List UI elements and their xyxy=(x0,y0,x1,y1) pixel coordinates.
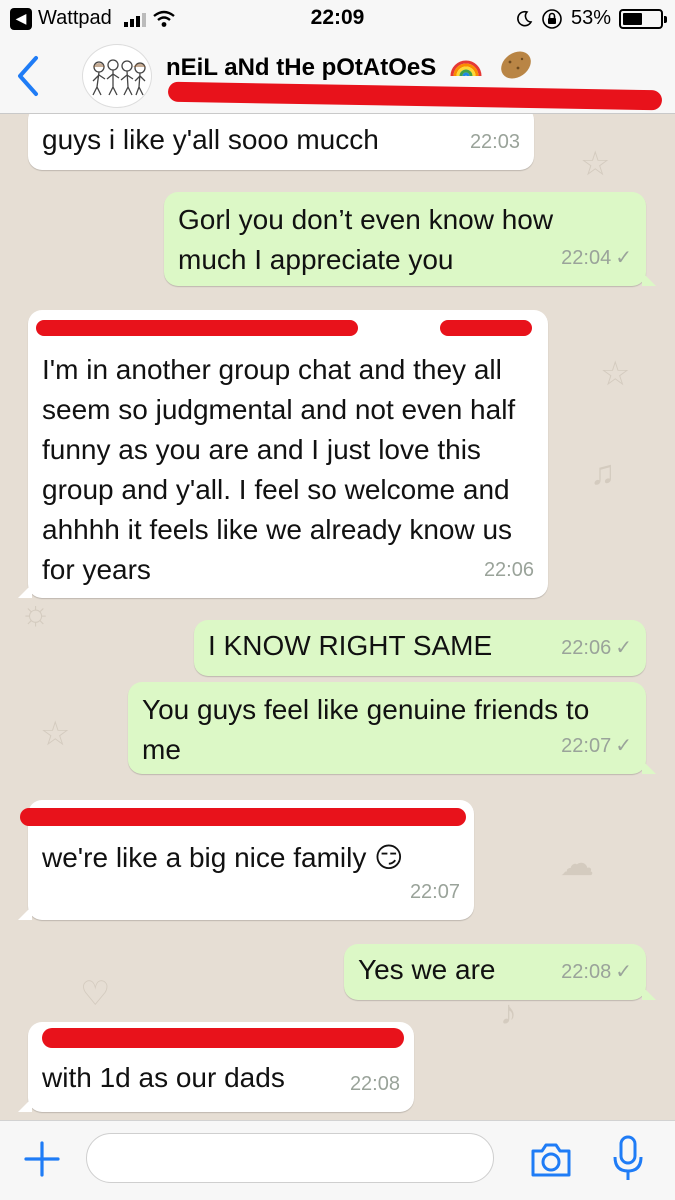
redaction-mark xyxy=(167,81,663,111)
message-bubble-incoming[interactable]: I'm in another group chat and they all s… xyxy=(18,310,548,598)
message-text: we're like a big nice family 😏 xyxy=(42,842,404,873)
status-right: 53% xyxy=(515,7,667,30)
redacted-sender-name xyxy=(36,320,358,336)
message-text: with 1d as our dads xyxy=(42,1062,285,1093)
message-time: 22:08 xyxy=(561,961,612,983)
band-sketch-image xyxy=(92,59,146,96)
orientation-lock-icon xyxy=(542,8,562,29)
doodle-sun-icon: ☼ xyxy=(20,594,52,632)
chat-header: nEiL aNd tHe pOtAtOeS xyxy=(0,38,675,114)
bubble-tail xyxy=(18,906,32,920)
bubble-tail xyxy=(642,272,656,286)
message-meta: 22:08 ✓ xyxy=(561,952,632,992)
message-time: 22:07 xyxy=(409,881,460,903)
sent-check-icon: ✓ xyxy=(615,961,632,983)
message-text: I'm in another group chat and they all s… xyxy=(42,354,516,585)
redacted-sender-name xyxy=(20,808,466,826)
redacted-sender-number xyxy=(440,320,532,336)
message-time: 22:08 xyxy=(349,1073,400,1095)
chevron-left-icon[interactable] xyxy=(12,54,46,98)
message-text: You guys feel like genuine friends to me xyxy=(142,694,590,765)
message-bubble-incoming[interactable]: with 1d as our dads 22:08 xyxy=(18,1022,414,1112)
bubble-tail xyxy=(18,584,32,598)
battery-icon xyxy=(619,8,667,29)
message-time: 22:06 xyxy=(561,637,612,659)
doodle-note-icon: ♫ xyxy=(590,454,616,492)
potato-icon xyxy=(496,48,536,89)
message-input-bar xyxy=(0,1120,675,1200)
bubble-tail xyxy=(642,760,656,774)
battery-level xyxy=(623,12,643,25)
sent-check-icon: ✓ xyxy=(615,637,632,659)
message-meta: 22:04 ✓ xyxy=(561,238,632,278)
message-bubble-outgoing[interactable]: Gorl you don’t even know how much I appr… xyxy=(164,192,656,286)
chat-area[interactable]: ☆ ♡ ☆ ♫ ☼ ☆ ☁ ♡ ♪ guys i like y'all sooo… xyxy=(0,114,675,1120)
message-meta: 22:08 xyxy=(350,1064,400,1104)
camera-icon[interactable] xyxy=(528,1137,574,1181)
sent-check-icon: ✓ xyxy=(615,735,632,757)
message-time: 22:07 xyxy=(561,735,612,757)
microphone-icon[interactable] xyxy=(608,1133,648,1185)
bubble-tail xyxy=(18,1098,32,1112)
message-bubble-incoming[interactable]: we're like a big nice family 😏 22:07 xyxy=(18,800,474,920)
bubble-tail xyxy=(642,986,656,1000)
moon-icon xyxy=(517,10,533,26)
doodle-cloud-icon: ☁ xyxy=(560,845,594,883)
plus-icon[interactable] xyxy=(22,1137,62,1181)
message-time: 22:04 xyxy=(561,247,612,269)
doodle-heart-icon: ♡ xyxy=(80,975,111,1013)
rainbow-icon xyxy=(449,50,483,87)
message-bubble-outgoing[interactable]: Yes we are 22:08 ✓ xyxy=(344,944,656,1000)
sent-check-icon: ✓ xyxy=(615,247,632,269)
message-time: 22:06 xyxy=(483,559,534,581)
message-meta: 22:06 ✓ xyxy=(561,628,632,668)
message-meta: 22:03 xyxy=(470,122,520,162)
status-bar: ◀ Wattpad 22:09 53% xyxy=(0,0,675,38)
doodle-star-icon: ☆ xyxy=(40,715,71,753)
message-meta: 22:06 xyxy=(484,550,534,590)
message-meta: 22:07 xyxy=(410,872,460,912)
battery-percent: 53% xyxy=(570,7,611,29)
message-meta: 22:07 ✓ xyxy=(561,726,632,766)
group-avatar[interactable] xyxy=(82,44,152,108)
message-input[interactable] xyxy=(86,1133,494,1183)
message-bubble-outgoing[interactable]: I KNOW RIGHT SAME 22:06 ✓ xyxy=(194,620,646,676)
message-bubble-incoming[interactable]: guys i like y'all sooo mucch 22:03 xyxy=(28,114,534,170)
message-bubble-outgoing[interactable]: You guys feel like genuine friends to me… xyxy=(128,682,656,774)
doodle-star-icon: ☆ xyxy=(600,355,631,393)
message-time: 22:03 xyxy=(469,131,520,153)
message-text: guys i like y'all sooo mucch xyxy=(42,124,379,155)
redacted-sender-name xyxy=(42,1028,404,1048)
doodle-star-icon: ☆ xyxy=(580,145,611,183)
group-title-text[interactable]: nEiL aNd tHe pOtAtOeS xyxy=(166,54,436,81)
